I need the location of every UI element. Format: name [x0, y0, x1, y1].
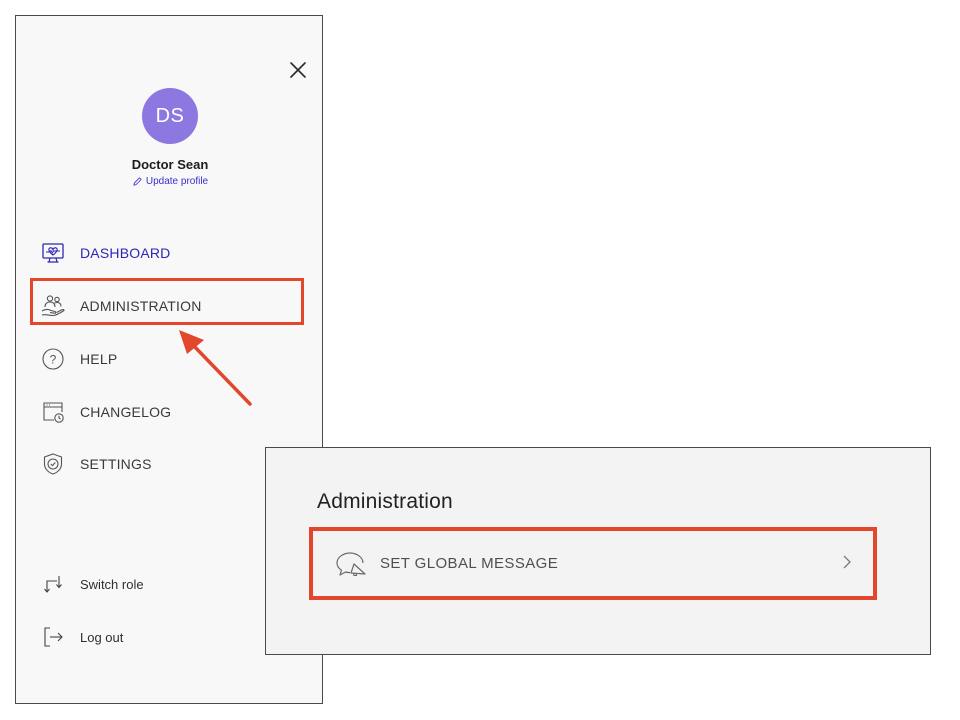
shield-check-icon [40, 451, 66, 477]
log-out-label: Log out [80, 629, 124, 645]
avatar-initials: DS [155, 104, 185, 127]
avatar[interactable]: DS [142, 88, 198, 144]
administration-panel: Administration SET GLOBAL MESSAGE [265, 447, 931, 655]
browser-clock-icon [40, 399, 66, 425]
switch-role-button[interactable]: Switch role [40, 571, 144, 597]
nav-item-label: HELP [80, 351, 118, 367]
nav-item-label: CHANGELOG [80, 404, 172, 420]
svg-text:?: ? [50, 352, 57, 366]
nav-item-label: DASHBOARD [80, 245, 171, 261]
switch-role-label: Switch role [80, 576, 144, 592]
dashboard-monitor-heart-icon [40, 240, 66, 266]
question-circle-icon: ? [40, 346, 66, 372]
pointer-arrow [179, 330, 252, 406]
highlight-box-administration [30, 278, 304, 325]
close-icon[interactable] [286, 58, 310, 82]
nav-item-dashboard[interactable]: DASHBOARD [40, 240, 170, 266]
update-profile-link[interactable]: Update profile [16, 176, 324, 187]
logout-icon [40, 624, 66, 650]
user-name: Doctor Sean [131, 157, 209, 172]
nav-item-changelog[interactable]: CHANGELOG [40, 399, 171, 425]
set-global-message-item[interactable]: SET GLOBAL MESSAGE [309, 527, 877, 600]
chevron-right-icon [843, 555, 851, 569]
switch-arrows-icon [40, 571, 66, 597]
nav-item-help[interactable]: ? HELP [40, 346, 117, 372]
set-global-message-label: SET GLOBAL MESSAGE [380, 555, 559, 572]
pencil-icon [133, 177, 142, 186]
log-out-button[interactable]: Log out [40, 624, 123, 650]
update-profile-label: Update profile [145, 176, 209, 187]
nav-item-label: SETTINGS [80, 456, 152, 472]
nav-item-settings[interactable]: SETTINGS [40, 451, 152, 477]
chat-megaphone-icon [334, 550, 368, 578]
administration-title: Administration [317, 490, 453, 513]
